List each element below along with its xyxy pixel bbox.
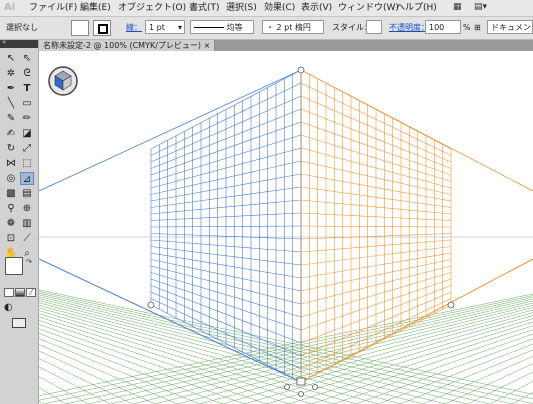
ground-line [333, 333, 533, 404]
symbol-sprayer-tool-icon[interactable]: ❁ [4, 217, 18, 230]
close-icon[interactable]: × [204, 41, 211, 50]
rectangle-tool-icon[interactable]: ▭ [20, 97, 34, 110]
free-transform-tool-icon[interactable]: ⬚ [20, 157, 34, 170]
pen-tool-icon[interactable]: ✒ [4, 82, 18, 95]
right-plane-grid [300, 69, 533, 383]
left-plane-grid [39, 69, 302, 383]
pencil-tool-icon[interactable]: ✏ [20, 112, 34, 125]
stroke-weight-field[interactable]: 1 pt ▾ [145, 20, 185, 34]
perspective-grid-tool-icon[interactable]: ⊿ [20, 172, 34, 185]
grid-handle [298, 391, 304, 397]
right-extension-line [300, 258, 533, 383]
recolor-icon[interactable]: ⊞ [474, 22, 481, 34]
eyedropper-tool-icon[interactable]: ⚲ [4, 202, 18, 215]
eraser-tool-icon[interactable]: ◪ [20, 127, 34, 140]
grid-handle [297, 66, 305, 74]
document-tab-title: 名称未設定-2 @ 100% (CMYK/プレビュー) [43, 41, 202, 50]
selection-state: 選択なし [6, 23, 38, 32]
artboard-tool-icon[interactable]: ⊡ [4, 232, 18, 245]
menu-file[interactable]: ファイル(F) [29, 2, 77, 14]
ground-line [155, 307, 533, 404]
perspective-widget[interactable] [48, 66, 78, 96]
stroke-label[interactable]: 線： [126, 22, 142, 34]
menu-effect[interactable]: 効果(C) [264, 2, 295, 14]
left-extension-line [39, 69, 302, 192]
lasso-tool-icon[interactable]: ᘓ [20, 67, 34, 80]
fill-color-icon[interactable] [5, 257, 23, 275]
opacity-unit: % [463, 23, 471, 32]
grid-handle [447, 301, 455, 309]
document-window: 名称未設定-2 @ 100% (CMYK/プレビュー) × [39, 40, 533, 404]
menu-edit[interactable]: 編集(E) [80, 2, 111, 14]
opacity-field[interactable]: 100 [425, 20, 461, 34]
mesh-tool-icon[interactable]: ▩ [4, 187, 18, 200]
selection-tool-icon[interactable]: ↖ [4, 52, 18, 65]
swap-colors-icon[interactable]: ↷ [26, 258, 32, 266]
document-setup-button[interactable]: ドキュメント設 [487, 20, 533, 34]
graph-tool-icon[interactable]: ▥ [20, 217, 34, 230]
style-swatch[interactable] [366, 20, 382, 34]
ground-line [222, 315, 533, 404]
ground-line [445, 363, 533, 404]
none-mode-icon[interactable]: ⁄ [26, 288, 36, 297]
stroke-weight-value: 1 pt [149, 23, 165, 32]
menu-type[interactable]: 書式(T) [189, 2, 220, 14]
screen-mode-icon[interactable] [12, 318, 26, 328]
tools-panel: « ↖ ⇖ ✲ ᘓ ✒ T ╲ ▭ ✎ ✏ ✍ ◪ ↻ ⤢ ⋈ ⬚ ◎ ⊿ ▩ … [0, 38, 39, 404]
document-setup-label: ドキュメント設 [491, 23, 532, 32]
blend-tool-icon[interactable]: ⊕ [20, 202, 34, 215]
blob-brush-tool-icon[interactable]: ✍ [4, 127, 18, 140]
grid-handle [296, 377, 306, 386]
chevron-down-icon: ▾ [177, 23, 182, 32]
ground-plane-grid [39, 236, 533, 404]
artboard-canvas[interactable] [39, 51, 533, 404]
profile-select[interactable]: 均等 [190, 20, 254, 34]
ground-line [378, 343, 533, 404]
line-tool-icon[interactable]: ╲ [4, 97, 18, 110]
stroke-swatch[interactable] [93, 20, 111, 36]
menu-object[interactable]: オブジェクト(O) [118, 2, 186, 14]
tools-panel-header[interactable]: « [0, 38, 38, 48]
shape-builder-tool-icon[interactable]: ◎ [4, 172, 18, 185]
magic-wand-tool-icon[interactable]: ✲ [4, 67, 18, 80]
width-tool-icon[interactable]: ⋈ [4, 157, 18, 170]
bridge-icon[interactable]: ▦ [453, 2, 462, 13]
line-profile-icon [194, 27, 224, 28]
brush-label: ・ 2 pt 楕円 [266, 23, 311, 32]
ground-line [177, 309, 533, 404]
fill-swatch[interactable] [71, 20, 89, 36]
draw-mode-icon[interactable]: ◐ [4, 302, 13, 313]
double-chevron-icon[interactable]: « [2, 38, 6, 46]
grid-handle [312, 384, 318, 390]
direct-selection-tool-icon[interactable]: ⇖ [20, 52, 34, 65]
color-mode-icon[interactable] [4, 288, 14, 297]
ground-line [244, 318, 533, 404]
ground-line [355, 338, 533, 404]
opacity-value: 100 [429, 23, 445, 32]
menu-window[interactable]: ウィンドウ(W) [338, 2, 399, 14]
brush-select[interactable]: ・ 2 pt 楕円 [262, 20, 324, 34]
grid-handle [147, 301, 155, 309]
app-logo: Ai [4, 2, 16, 13]
document-tab[interactable]: 名称未設定-2 @ 100% (CMYK/プレビュー) × [39, 40, 216, 51]
gradient-mode-icon[interactable] [15, 288, 25, 297]
control-bar: 選択なし 線： 1 pt ▾ 均等 ・ 2 pt 楕円 スタイル： 不透明度： 1… [0, 17, 533, 40]
paintbrush-tool-icon[interactable]: ✎ [4, 112, 18, 125]
workspace-icon[interactable]: ▤▾ [474, 2, 487, 13]
opacity-label[interactable]: 不透明度： [389, 22, 429, 34]
profile-label: 均等 [226, 23, 243, 32]
menu-help[interactable]: ヘルプ(H) [396, 2, 437, 14]
menu-view[interactable]: 表示(V) [301, 2, 332, 14]
gradient-tool-icon[interactable]: ▤ [20, 187, 34, 200]
left-extension-line [39, 258, 302, 383]
document-tab-bar: 名称未設定-2 @ 100% (CMYK/プレビュー) × [39, 40, 533, 51]
menu-bar: Ai ファイル(F) 編集(E) オブジェクト(O) 書式(T) 選択(S) 効… [0, 0, 533, 17]
grid-handle [284, 384, 290, 390]
type-tool-icon[interactable]: T [20, 82, 34, 95]
slice-tool-icon[interactable]: ⟋ [20, 232, 34, 245]
scale-tool-icon[interactable]: ⤢ [20, 142, 34, 155]
rotate-tool-icon[interactable]: ↻ [4, 142, 18, 155]
menu-select[interactable]: 選択(S) [226, 2, 257, 14]
right-extension-line [300, 69, 533, 192]
